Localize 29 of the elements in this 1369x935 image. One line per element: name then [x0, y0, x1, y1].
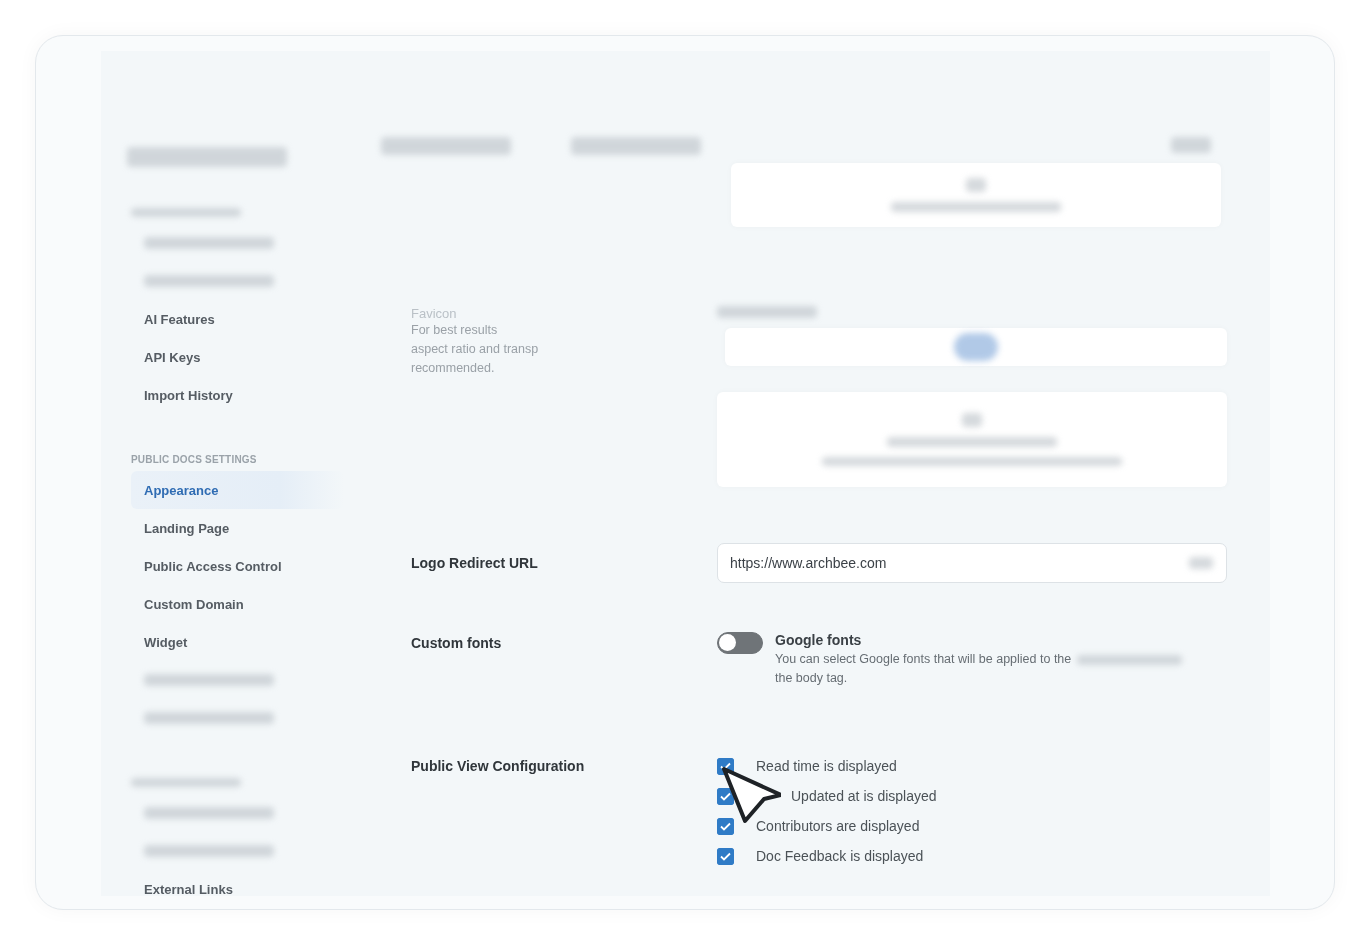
sidebar-item[interactable]: Landing Page: [131, 509, 411, 547]
blurred-content: [962, 413, 982, 427]
checkbox-label: Contributors are displayed: [756, 818, 920, 834]
field-description: For best results aspect ratio and transp recommended.: [411, 322, 540, 377]
sidebar-item[interactable]: Public Access Control: [131, 547, 411, 585]
checkbox[interactable]: [717, 817, 734, 835]
field-label: Logo Redirect URL: [411, 555, 539, 571]
toggle-switch[interactable]: [717, 632, 763, 654]
sidebar-item[interactable]: Widget: [131, 623, 411, 661]
checkbox-label: Updated at is displayed: [791, 788, 937, 804]
sidebar-item[interactable]: AI Features: [131, 300, 411, 338]
sidebar-item[interactable]: Custom Domain: [131, 585, 411, 623]
checkbox-label: Doc Feedback is displayed: [756, 848, 924, 864]
sidebar-item[interactable]: Import History: [131, 376, 411, 414]
blurred-image: [954, 333, 998, 361]
blurred-control: [1171, 137, 1211, 153]
blurred-control: [1189, 557, 1213, 569]
checkbox[interactable]: [717, 847, 734, 865]
field-label: Public View Configuration: [411, 758, 586, 776]
sidebar-item[interactable]: External Links: [131, 870, 411, 896]
url-field[interactable]: https://www.archbee.com: [717, 543, 1227, 583]
field-label: Favicon: [411, 306, 458, 321]
toggle-description: You can select Google fonts that will be applied to the the body tag.: [775, 650, 1183, 688]
field-label: Custom fonts: [411, 635, 503, 653]
sidebar-item[interactable]: API Keys: [131, 338, 411, 376]
blurred-content: [966, 178, 986, 192]
checkbox-label: Read time is displayed: [756, 758, 897, 774]
section-heading: PUBLIC DOCS SETTINGS: [131, 452, 258, 467]
toggle-label: Google fonts: [775, 632, 863, 648]
